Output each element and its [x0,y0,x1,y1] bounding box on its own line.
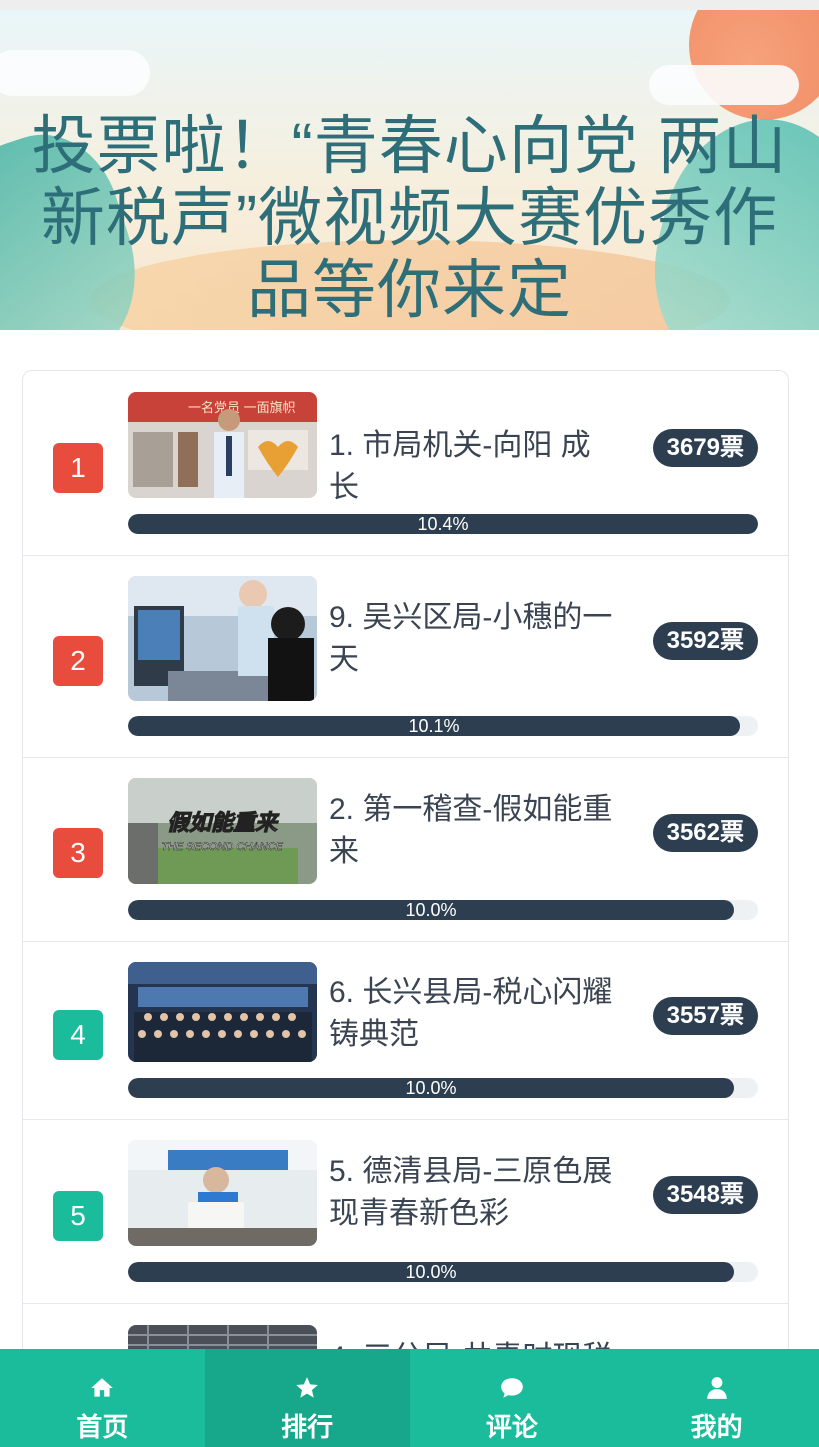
entry-title[interactable]: 5. 德清县局-三原色展现青春新色彩 [329,1151,619,1235]
ranking-item[interactable]: 1 一名党员 一面旗帜 1. 市局机关-向阳 成长 3679票 10.4% [23,371,788,556]
vote-count-badge: 3562票 [652,814,758,852]
bottom-nav: 首页 排行 评论 我的 [0,1349,819,1447]
vote-progress-bar: 10.4% [128,514,758,534]
banner: 投票啦！“青春心向党 两山新税声”微视频大赛优秀作品等你来定 [0,10,819,330]
nav-tab-comments[interactable]: 评论 [410,1349,615,1447]
user-icon [706,1377,727,1399]
video-thumbnail[interactable] [128,576,317,701]
vote-percent-label: 10.4% [417,514,469,534]
nav-tab-home[interactable]: 首页 [0,1349,205,1447]
vote-progress-bar: 10.1% [128,716,758,736]
entry-title[interactable]: 2. 第一稽查-假如能重来 [329,789,619,873]
star-icon [296,1377,318,1398]
ranking-item[interactable]: 3 假如能重来 THE SECOND CHANCE 2. 第一稽查-假如能重来 … [23,758,788,942]
entry-title[interactable]: 1. 市局机关-向阳 成长 [329,425,619,509]
video-thumbnail[interactable] [128,962,317,1062]
vote-percent-label: 10.0% [405,1262,457,1282]
vote-count-badge: 3592票 [652,622,758,660]
vote-percent-label: 10.1% [408,716,460,736]
nav-label: 我的 [690,1412,743,1442]
vote-progress-bar: 10.0% [128,1078,758,1098]
nav-tab-ranking[interactable]: 排行 [204,1349,410,1447]
vote-count-badge: 3548票 [652,1176,758,1214]
rank-badge: 4 [53,1010,103,1060]
nav-label: 评论 [485,1412,538,1442]
rank-badge: 1 [53,443,103,493]
thumb-banner-text: 一名党员 一面旗帜 [188,400,296,415]
status-strip [0,0,819,10]
ranking-item[interactable]: 4 6. 长兴县局-税心闪耀铸典范 3557票 10.0% [23,942,788,1120]
ranking-item[interactable]: 2 9. 吴兴区局-小穗的一天 3592票 10.1% [23,556,788,758]
vote-percent-label: 10.0% [405,1078,457,1098]
nav-label: 排行 [281,1412,334,1442]
comment-icon [501,1378,523,1398]
vote-progress-bar: 10.0% [128,1262,758,1282]
entry-title[interactable]: 6. 长兴县局-税心闪耀铸典范 [329,972,619,1056]
video-thumbnail[interactable]: 假如能重来 THE SECOND CHANCE [128,778,317,884]
banner-cloud-decoration [0,50,150,96]
thumb-title-text: 假如能重来 [167,810,280,835]
nav-tab-mine[interactable]: 我的 [614,1349,819,1447]
home-icon [91,1378,114,1397]
video-thumbnail[interactable] [128,1140,317,1246]
thumb-subtitle-text: THE SECOND CHANCE [161,841,283,853]
vote-percent-label: 10.0% [405,900,457,920]
ranking-list: 1 一名党员 一面旗帜 1. 市局机关-向阳 成长 3679票 10.4% 2 [22,370,789,1372]
nav-label: 首页 [76,1412,129,1442]
entry-title[interactable]: 9. 吴兴区局-小穗的一天 [329,597,619,681]
vote-count-badge: 3679票 [652,429,758,467]
rank-badge: 3 [53,828,103,878]
vote-progress-bar: 10.0% [128,900,758,920]
banner-cloud-decoration [649,65,799,105]
page-title: 投票啦！“青春心向党 两山新税声”微视频大赛优秀作品等你来定 [31,110,788,326]
rank-badge: 2 [53,636,103,686]
video-thumbnail[interactable]: 一名党员 一面旗帜 [128,392,317,498]
rank-badge: 5 [53,1191,103,1241]
vote-count-badge: 3557票 [652,997,758,1035]
ranking-item[interactable]: 5 5. 德清县局-三原色展现青春新色彩 3548票 10.0% [23,1120,788,1304]
